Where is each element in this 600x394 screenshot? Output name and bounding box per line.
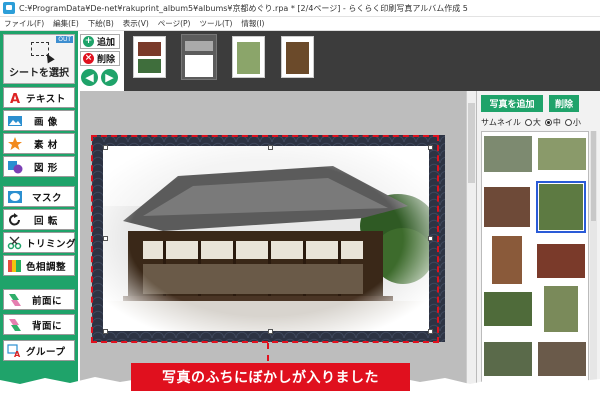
menu-bar: ファイル(F) 編集(E) 下絵(B) 表示(V) ページ(P) ツール(T) … [0, 17, 600, 31]
menu-tools[interactable]: ツール(T) [199, 18, 232, 29]
title-bar: C:¥ProgramData¥De-net¥rakuprint_album5¥a… [0, 0, 600, 17]
color-adjust-icon [7, 259, 23, 273]
window-title: C:¥ProgramData¥De-net¥rakuprint_album5¥a… [19, 3, 468, 13]
arrow-left-icon: ◀ [85, 71, 94, 84]
page-thumbnail-strip [124, 31, 600, 91]
photo-list-scrollbar[interactable] [590, 131, 597, 394]
color-adjust-tool-label: 色相調整 [26, 261, 67, 273]
image-icon [7, 114, 23, 128]
size-small-label: 小 [572, 118, 581, 127]
menu-file[interactable]: ファイル(F) [4, 18, 44, 29]
add-photo-button[interactable]: 写真を追加 [481, 95, 543, 112]
text-icon: A [7, 91, 23, 107]
photo-thumbnail[interactable] [537, 244, 585, 278]
photo-thumbnail-selected[interactable] [536, 181, 586, 233]
star-icon [7, 136, 23, 151]
highlight-connector [267, 343, 269, 361]
highlight-box [91, 135, 439, 343]
text-tool-button[interactable]: A テキスト [3, 87, 75, 108]
photo-thumbnail[interactable] [538, 138, 586, 170]
thumbnail-size-options: サムネイル 大 中 小 [481, 117, 581, 128]
photo-panel: 写真を追加 削除 サムネイル 大 中 小 [476, 91, 600, 394]
tool-panel: OUT シートを選択 A テキスト 画 像 素 材 図 形 マスク 回 転 トリ… [0, 31, 78, 394]
shape-tool-button[interactable]: 図 形 [3, 156, 75, 177]
rotate-tool-label: 回 転 [34, 215, 58, 227]
photo-thumbnail[interactable] [538, 342, 586, 376]
photo-thumbnail[interactable] [544, 286, 578, 332]
bring-front-button[interactable]: 前面に [3, 289, 75, 310]
image-tool-label: 画 像 [34, 116, 58, 128]
photo-thumbnail[interactable] [484, 342, 532, 376]
add-page-button[interactable]: + 追加 [80, 34, 120, 49]
photo-thumbnail[interactable] [484, 136, 532, 172]
page-thumbnail[interactable] [281, 36, 314, 78]
size-medium-label: 中 [552, 118, 561, 127]
group-icon: A [7, 343, 23, 359]
page-thumbnail[interactable] [232, 36, 265, 78]
menu-edit[interactable]: 編集(E) [53, 18, 79, 29]
rotate-icon [7, 212, 23, 227]
mask-icon [7, 190, 23, 204]
add-page-label: 追加 [97, 38, 116, 48]
menu-page[interactable]: ページ(P) [158, 18, 191, 29]
size-medium-radio[interactable] [544, 119, 552, 126]
size-small-radio[interactable] [564, 119, 572, 126]
caption-banner: 写真のふちにぼかしが入りました [131, 363, 410, 391]
group-label: グループ [26, 346, 66, 358]
page-thumbnail[interactable] [133, 36, 166, 78]
group-button[interactable]: A グループ [3, 340, 75, 361]
mask-tool-label: マスク [32, 192, 63, 204]
select-sheet-button[interactable]: OUT シートを選択 [3, 34, 75, 84]
bring-front-icon [7, 293, 23, 307]
thumbnail-label: サムネイル [481, 118, 521, 127]
material-tool-button[interactable]: 素 材 [3, 133, 75, 154]
prev-page-button[interactable]: ◀ [81, 69, 98, 86]
arrow-right-icon: ▶ [105, 71, 114, 84]
bring-front-label: 前面に [32, 295, 63, 307]
scissors-icon [7, 236, 23, 250]
svg-text:A: A [10, 92, 20, 105]
plus-icon: + [83, 36, 94, 47]
cursor-icon [43, 51, 55, 64]
shape-tool-label: 図 形 [34, 162, 58, 174]
menu-info[interactable]: 情報(I) [241, 18, 264, 29]
delete-page-label: 削除 [97, 55, 116, 65]
close-icon: × [83, 53, 94, 64]
size-large-label: 大 [532, 118, 541, 127]
app-icon [3, 2, 15, 14]
select-sheet-label: シートを選択 [9, 68, 69, 79]
photo-thumbnail[interactable] [492, 236, 522, 284]
delete-page-button[interactable]: × 削除 [80, 51, 120, 66]
svg-text:A: A [14, 350, 21, 358]
text-tool-label: テキスト [26, 93, 66, 105]
delete-photo-button[interactable]: 削除 [549, 95, 579, 112]
trim-tool-label: トリミング [26, 238, 77, 250]
next-page-button[interactable]: ▶ [101, 69, 118, 86]
image-tool-button[interactable]: 画 像 [3, 110, 75, 131]
shape-icon [7, 160, 23, 174]
send-back-label: 背面に [32, 320, 63, 332]
out-badge[interactable]: OUT [56, 36, 73, 43]
photo-thumbnail[interactable] [484, 292, 532, 326]
color-adjust-tool-button[interactable]: 色相調整 [3, 255, 75, 276]
mask-tool-button[interactable]: マスク [3, 186, 75, 207]
canvas-scrollbar[interactable] [466, 91, 476, 394]
page-thumbnail-current[interactable] [181, 34, 217, 80]
rotate-tool-button[interactable]: 回 転 [3, 209, 75, 230]
trim-tool-button[interactable]: トリミング [3, 232, 77, 253]
material-tool-label: 素 材 [34, 139, 58, 151]
photo-list [481, 131, 589, 394]
photo-thumbnail[interactable] [484, 187, 530, 227]
menu-background[interactable]: 下絵(B) [88, 18, 114, 29]
send-back-icon [7, 318, 23, 332]
size-large-radio[interactable] [524, 119, 532, 126]
menu-view[interactable]: 表示(V) [123, 18, 149, 29]
send-back-button[interactable]: 背面に [3, 314, 75, 335]
